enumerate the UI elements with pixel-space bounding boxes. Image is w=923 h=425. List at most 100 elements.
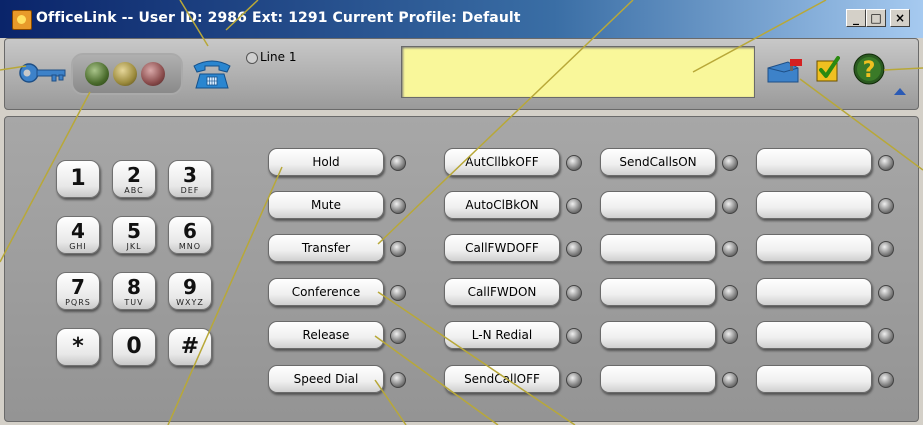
keypad-key-4[interactable]: 4 GHI: [56, 216, 100, 254]
function-button-empty[interactable]: [756, 365, 872, 393]
line-indicator-led: [246, 52, 258, 64]
close-button[interactable]: ×: [890, 9, 910, 27]
function-button-empty[interactable]: [756, 234, 872, 262]
keypad-digit: 8: [127, 275, 141, 299]
keypad-letters: GHI: [69, 242, 87, 251]
keypad-digit: 5: [127, 219, 141, 243]
function-button-empty[interactable]: [756, 321, 872, 349]
keypad-key-8[interactable]: 8 TUV: [112, 272, 156, 310]
keypad-digit: 9: [183, 275, 197, 299]
keypad-key-1[interactable]: 1: [56, 160, 100, 198]
function-led: [390, 328, 406, 344]
function-button-empty[interactable]: [756, 278, 872, 306]
keypad-digit: #: [180, 334, 200, 359]
function-button-empty[interactable]: [600, 278, 716, 306]
function-led: [566, 198, 582, 214]
function-button-transfer[interactable]: Transfer: [268, 234, 384, 262]
keypad-digit: 3: [183, 163, 197, 187]
keypad-letters: ABC: [124, 186, 144, 195]
function-button-autoclbkon[interactable]: AutoClBkON: [444, 191, 560, 219]
keypad-digit: 7: [71, 275, 85, 299]
keypad-digit: 2: [127, 163, 141, 187]
function-led: [878, 328, 894, 344]
keypad-key-star[interactable]: *: [56, 328, 100, 366]
function-led: [722, 198, 738, 214]
function-button-hold[interactable]: Hold: [268, 148, 384, 176]
function-button-empty[interactable]: [600, 234, 716, 262]
function-led: [390, 155, 406, 171]
scroll-up-arrow[interactable]: [894, 88, 906, 95]
window-title: OfficeLink -- User ID: 2986 Ext: 1291 Cu…: [36, 10, 521, 26]
function-led: [390, 372, 406, 388]
keypad-key-3[interactable]: 3 DEF: [168, 160, 212, 198]
check-icon[interactable]: [816, 56, 840, 82]
minimize-button[interactable]: _: [846, 9, 866, 27]
function-button-empty[interactable]: [600, 321, 716, 349]
function-led: [566, 372, 582, 388]
function-led: [390, 285, 406, 301]
function-led: [722, 155, 738, 171]
function-button-callfwdoff[interactable]: CallFWDOFF: [444, 234, 560, 262]
title-bar[interactable]: OfficeLink -- User ID: 2986 Ext: 1291 Cu…: [0, 0, 923, 38]
help-icon[interactable]: ?: [852, 52, 886, 86]
function-led: [566, 155, 582, 171]
function-led: [566, 241, 582, 257]
function-led: [722, 328, 738, 344]
function-led: [878, 198, 894, 214]
function-led: [878, 241, 894, 257]
function-button-release[interactable]: Release: [268, 321, 384, 349]
keypad-key-0[interactable]: 0: [112, 328, 156, 366]
green-led: [85, 62, 109, 86]
officelink-window: OfficeLink -- User ID: 2986 Ext: 1291 Cu…: [0, 0, 923, 425]
function-led: [566, 285, 582, 301]
maximize-button[interactable]: □: [866, 9, 886, 27]
function-led: [878, 155, 894, 171]
keypad-digit: 1: [70, 166, 86, 191]
keypad-digit: 4: [71, 219, 85, 243]
function-button-sendcallson[interactable]: SendCallsON: [600, 148, 716, 176]
voicemail-icon[interactable]: [764, 58, 806, 84]
function-button-mute[interactable]: Mute: [268, 191, 384, 219]
yellow-led: [113, 62, 137, 86]
status-display: [401, 46, 755, 98]
function-button-empty[interactable]: [756, 148, 872, 176]
function-led: [722, 241, 738, 257]
line-label[interactable]: Line 1: [260, 50, 296, 64]
function-led: [390, 241, 406, 257]
keypad-letters: WXYZ: [176, 298, 204, 307]
keypad-key-6[interactable]: 6 MNO: [168, 216, 212, 254]
function-button-empty[interactable]: [600, 365, 716, 393]
function-led: [566, 328, 582, 344]
app-icon[interactable]: [12, 10, 32, 30]
keypad-key-5[interactable]: 5 JKL: [112, 216, 156, 254]
function-led: [390, 198, 406, 214]
function-led: [722, 285, 738, 301]
function-button-sendcalloff[interactable]: SendCallOFF: [444, 365, 560, 393]
function-led: [878, 372, 894, 388]
keypad-key-hash[interactable]: #: [168, 328, 212, 366]
keypad-letters: TUV: [124, 298, 144, 307]
phone-icon[interactable]: [192, 56, 232, 92]
keypad-letters: MNO: [178, 242, 202, 251]
keypad-key-2[interactable]: 2 ABC: [112, 160, 156, 198]
function-button-l-n-redial[interactable]: L-N Redial: [444, 321, 560, 349]
keypad-letters: DEF: [180, 186, 200, 195]
keypad-key-7[interactable]: 7 PQRS: [56, 272, 100, 310]
status-led-group: [71, 53, 183, 95]
keypad-digit: 6: [183, 219, 197, 243]
function-button-conference[interactable]: Conference: [268, 278, 384, 306]
keypad-letters: JKL: [126, 242, 142, 251]
function-button-empty[interactable]: [756, 191, 872, 219]
function-button-callfwdon[interactable]: CallFWDON: [444, 278, 560, 306]
keypad-letters: PQRS: [65, 298, 91, 307]
keypad-digit: *: [72, 334, 84, 359]
function-button-autcllbkoff[interactable]: AutCllbkOFF: [444, 148, 560, 176]
function-button-speed-dial[interactable]: Speed Dial: [268, 365, 384, 393]
keypad-key-9[interactable]: 9 WXYZ: [168, 272, 212, 310]
function-button-empty[interactable]: [600, 191, 716, 219]
function-led: [722, 372, 738, 388]
function-led: [878, 285, 894, 301]
keypad-digit: 0: [126, 334, 142, 359]
red-led: [141, 62, 165, 86]
key-icon[interactable]: [18, 62, 68, 84]
